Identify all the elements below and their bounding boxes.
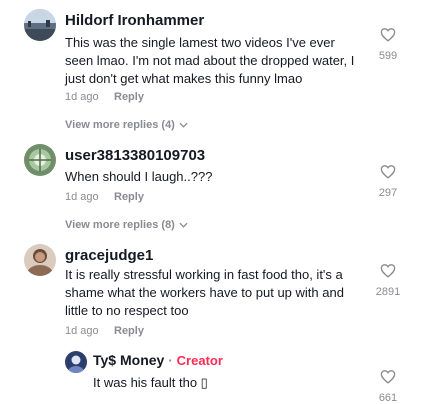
avatar[interactable] xyxy=(65,351,87,373)
view-more-replies[interactable]: View more replies (8) xyxy=(65,219,188,231)
heart-outline-icon xyxy=(380,27,396,47)
comment-username[interactable]: Hildorf Ironhammer xyxy=(65,12,204,29)
comment-username[interactable]: gracejudge1 xyxy=(65,247,153,264)
chevron-down-icon xyxy=(179,119,188,131)
comment-username[interactable]: user3813380109703 xyxy=(65,147,205,164)
avatar[interactable] xyxy=(24,9,56,41)
like-button[interactable]: 599 xyxy=(370,27,406,62)
chevron-down-icon xyxy=(179,219,188,231)
heart-outline-icon xyxy=(380,164,396,184)
comment-text: This was the single lamest two videos I'… xyxy=(65,35,355,86)
comment-age: 1d ago xyxy=(65,325,99,337)
avatar[interactable] xyxy=(24,144,56,176)
comment-text: When should I laugh..??? xyxy=(65,169,213,184)
reply-button[interactable]: Reply xyxy=(114,325,144,337)
comment-text: It is really stressful working in fast f… xyxy=(65,267,344,318)
view-more-replies[interactable]: View more replies (4) xyxy=(65,119,188,131)
heart-outline-icon xyxy=(380,263,396,283)
reply-username[interactable]: Ty$ Money xyxy=(93,352,164,368)
view-more-replies-label: View more replies (8) xyxy=(65,219,175,231)
reply-header: Ty$ Money · Creator xyxy=(93,352,223,368)
like-count: 661 xyxy=(378,392,398,404)
like-button[interactable]: 297 xyxy=(370,164,406,199)
like-count: 2891 xyxy=(375,286,401,298)
comment-age: 1d ago xyxy=(65,191,99,203)
like-count: 297 xyxy=(378,187,398,199)
reply-text: It was his fault tho ▯ xyxy=(93,375,208,390)
heart-outline-icon xyxy=(380,369,396,389)
view-more-replies-label: View more replies (4) xyxy=(65,119,175,131)
like-button[interactable]: 2891 xyxy=(370,263,406,298)
comment-age: 1d ago xyxy=(65,91,99,103)
creator-badge: Creator xyxy=(176,353,223,368)
creator-separator: · xyxy=(168,353,173,368)
reply-button[interactable]: Reply xyxy=(114,91,144,103)
like-count: 599 xyxy=(378,50,398,62)
reply-button[interactable]: Reply xyxy=(114,191,144,203)
avatar[interactable] xyxy=(24,244,56,276)
like-button[interactable]: 661 xyxy=(370,369,406,404)
